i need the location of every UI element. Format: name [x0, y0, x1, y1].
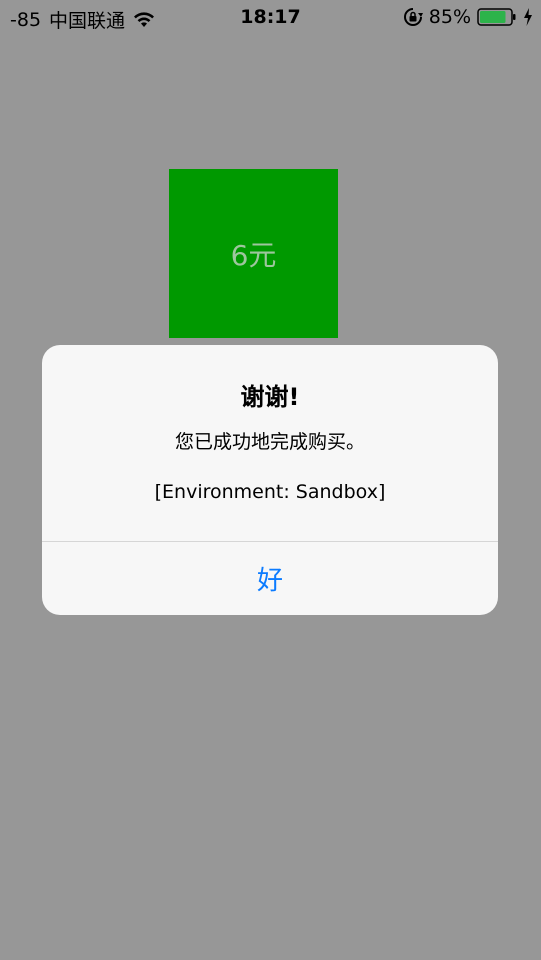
status-bar-right: 85% [403, 6, 533, 28]
rotation-lock-icon [403, 7, 423, 27]
status-bar: -85 中国联通 18:17 85% [0, 0, 541, 36]
alert-environment-label: [Environment: Sandbox] [154, 481, 386, 503]
battery-percent: 85% [428, 6, 471, 28]
ok-button[interactable]: 好 [42, 542, 498, 615]
charging-bolt-icon [523, 8, 533, 26]
alert-message: 您已成功地完成购买。 [174, 431, 365, 453]
alert-title: 谢谢! [240, 383, 300, 411]
purchase-success-alert: 谢谢! 您已成功地完成购买。 [Environment: Sandbox] 好 [42, 345, 498, 615]
product-price-label: 6元 [230, 238, 277, 272]
battery-icon [477, 8, 517, 26]
product-tile[interactable]: 6元 [169, 169, 338, 338]
